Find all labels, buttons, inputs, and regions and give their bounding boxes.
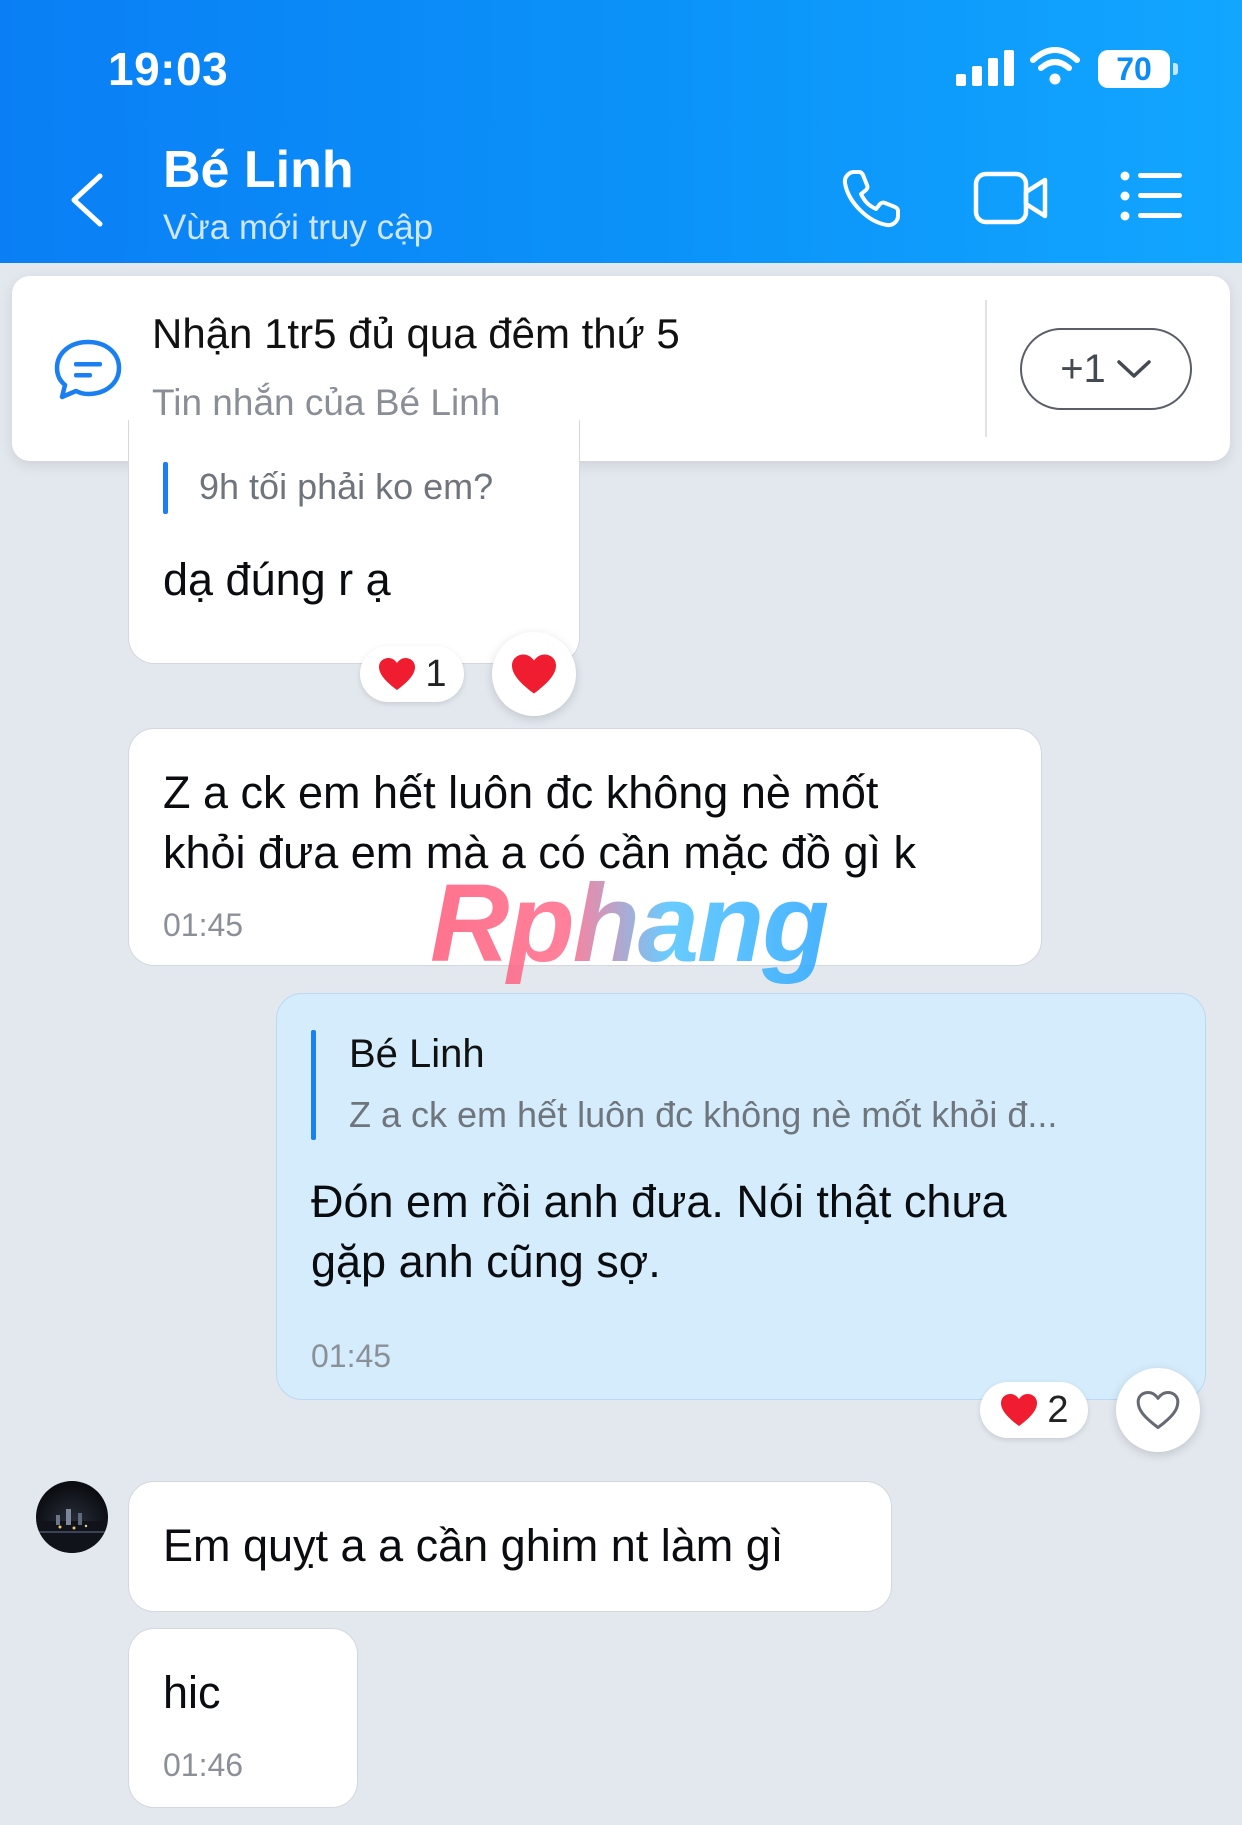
chat-bubble-icon [54,339,122,400]
heart-icon [512,654,556,694]
contact-status: Vừa mới truy cập [163,208,434,247]
quote-bar [311,1030,316,1140]
message-bubble[interactable]: Em quỵt a a cần ghim nt làm gì [128,1481,892,1612]
reaction-count-badge[interactable]: 1 [360,646,464,702]
message-text-line: gặp anh cũng sợ. [311,1236,661,1287]
phone-call-icon[interactable] [840,168,902,230]
pinned-more-label: +1 [1060,346,1106,391]
chevron-down-icon [1117,360,1151,378]
status-time: 19:03 [108,43,229,95]
wifi-icon [1030,47,1080,85]
message-text-line: Z a ck em hết luôn đc không nè mốt [163,767,879,818]
reaction-count: 1 [425,652,447,695]
message-bubble[interactable]: hic 01:46 [128,1628,358,1808]
message-bubble[interactable]: 9h tối phải ko em? dạ đúng r ạ [128,420,580,664]
quoted-sender: Bé Linh [349,1032,485,1076]
avatar-image [36,1509,108,1553]
contact-name[interactable]: Bé Linh [163,140,354,200]
back-chevron-icon[interactable] [64,168,112,232]
heart-outline-icon [1136,1390,1180,1430]
pinned-more-button[interactable]: +1 [1020,328,1192,410]
pinned-subtitle: Tin nhắn của Bé Linh [152,382,501,423]
react-button[interactable] [1116,1368,1200,1452]
quoted-message: 9h tối phải ko em? [199,466,494,507]
chat-header: 19:03 70 Bé Linh Vừa mới truy cập [0,0,1242,263]
options-menu-icon[interactable] [1120,168,1182,224]
react-button[interactable] [492,632,576,716]
cellular-signal-icon [956,50,1014,86]
video-call-icon[interactable] [973,168,1049,228]
message-time: 01:45 [163,907,244,943]
heart-icon [1001,1394,1038,1426]
my-message-bubble[interactable]: Bé Linh Z a ck em hết luôn đc không nè m… [276,993,1206,1400]
quoted-message: Z a ck em hết luôn đc không nè mốt khỏi … [349,1094,1058,1135]
message-text: Em quỵt a a cần ghim nt làm gì [163,1520,784,1571]
contact-avatar[interactable] [36,1481,108,1553]
reaction-count-badge[interactable]: 2 [980,1382,1088,1438]
heart-icon [379,658,416,690]
message-text: hic [163,1667,221,1718]
quote-bar [163,462,168,514]
pinned-title: Nhận 1tr5 đủ qua đêm thứ 5 [152,310,680,357]
message-time: 01:46 [163,1747,244,1783]
message-text: dạ đúng r ạ [163,554,391,605]
battery-indicator: 70 [1098,50,1178,88]
watermark-logo: Rphang [430,862,829,985]
message-text-line: Đón em rồi anh đưa. Nói thật chưa [311,1176,1007,1227]
reaction-count: 2 [1047,1388,1069,1431]
message-time: 01:45 [311,1338,392,1374]
pinned-divider [985,300,987,437]
